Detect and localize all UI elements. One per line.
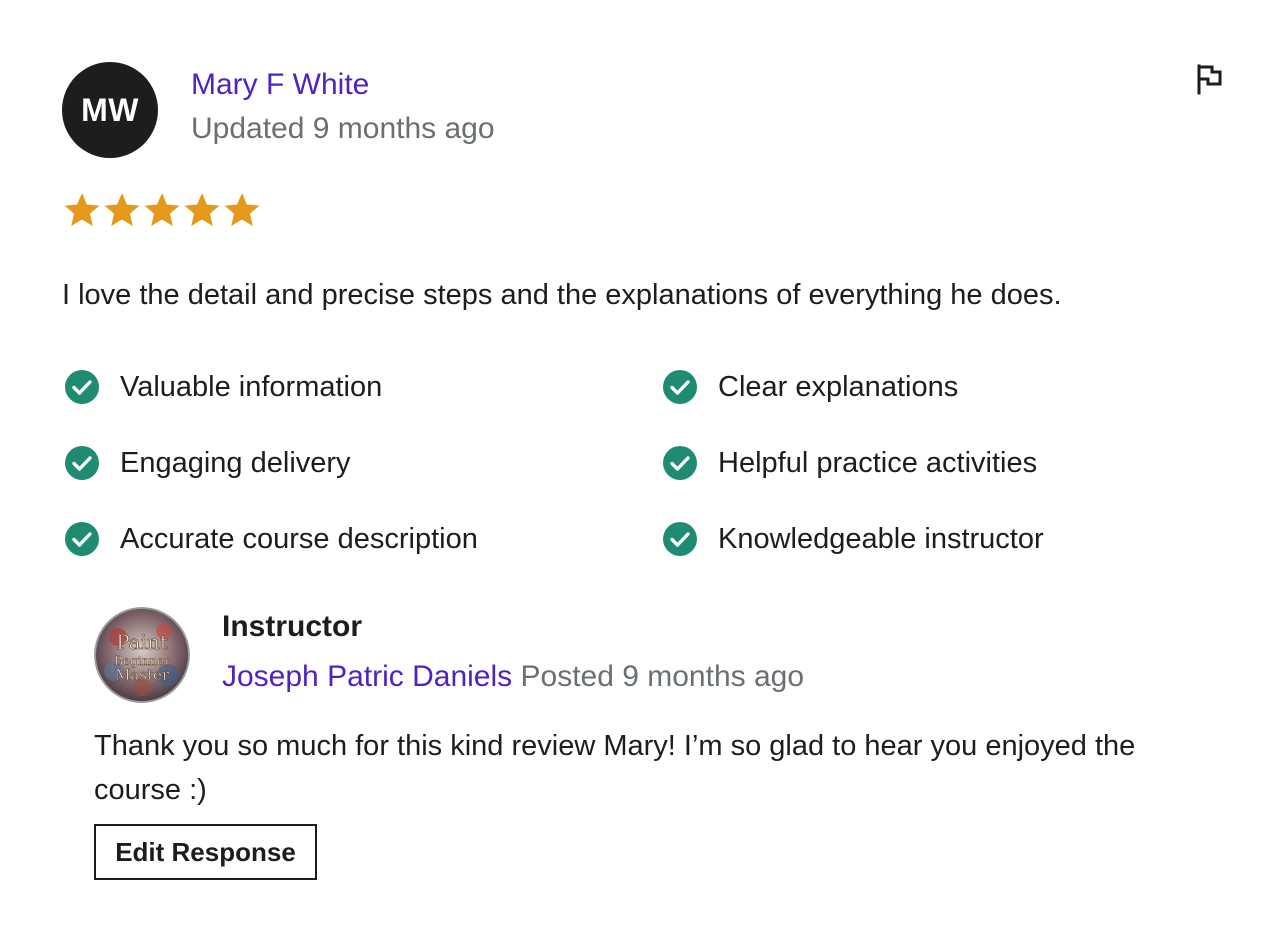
edit-response-button[interactable]: Edit Response	[94, 824, 317, 880]
tag-label: Helpful practice activities	[718, 447, 1038, 479]
star-icon	[64, 193, 100, 226]
check-circle-icon	[663, 522, 697, 556]
tag-item: Clear explanations	[662, 367, 958, 407]
star-icon	[104, 193, 140, 226]
check-circle-icon	[65, 522, 99, 556]
star-icon	[144, 193, 180, 226]
review-text: I love the detail and precise steps and …	[62, 279, 1062, 311]
logo-text-paint: Paint	[116, 630, 168, 654]
star-icon	[184, 193, 220, 226]
star-rating	[62, 190, 262, 230]
instructor-name-link[interactable]: Joseph Patric Daniels	[222, 660, 512, 693]
review-date: Updated 9 months ago	[191, 112, 495, 145]
instructor-avatar: Paint Beginner Master	[94, 607, 190, 703]
logo-text-master: Master	[115, 666, 170, 684]
tag-item: Accurate course description	[64, 519, 478, 559]
tag-label: Clear explanations	[718, 371, 959, 403]
check-circle-icon	[65, 446, 99, 480]
tag-label: Accurate course description	[120, 523, 478, 555]
tag-label: Engaging delivery	[120, 447, 351, 479]
check-circle-icon	[663, 370, 697, 404]
response-text: Thank you so much for this kind review M…	[94, 730, 1136, 806]
tag-item: Engaging delivery	[64, 443, 351, 483]
tag-item: Helpful practice activities	[662, 443, 1037, 483]
avatar-initials: MW	[81, 91, 139, 128]
star-icon	[224, 193, 260, 226]
check-circle-icon	[65, 370, 99, 404]
instructor-meta: Joseph Patric Daniels Posted 9 months ag…	[222, 658, 804, 696]
tag-item: Knowledgeable instructor	[662, 519, 1044, 559]
check-circle-icon	[663, 446, 697, 480]
tag-label: Knowledgeable instructor	[718, 523, 1044, 555]
instructor-logo-image: Paint Beginner Master	[94, 607, 190, 703]
tag-item: Valuable information	[64, 367, 382, 407]
posted-date: Posted 9 months ago	[520, 660, 805, 693]
flag-icon[interactable]	[1192, 62, 1226, 96]
instructor-role-label: Instructor	[222, 610, 363, 643]
reviewer-name[interactable]: Mary F White	[191, 66, 369, 104]
reviewer-avatar: MW	[62, 62, 158, 158]
tag-label: Valuable information	[120, 371, 383, 403]
